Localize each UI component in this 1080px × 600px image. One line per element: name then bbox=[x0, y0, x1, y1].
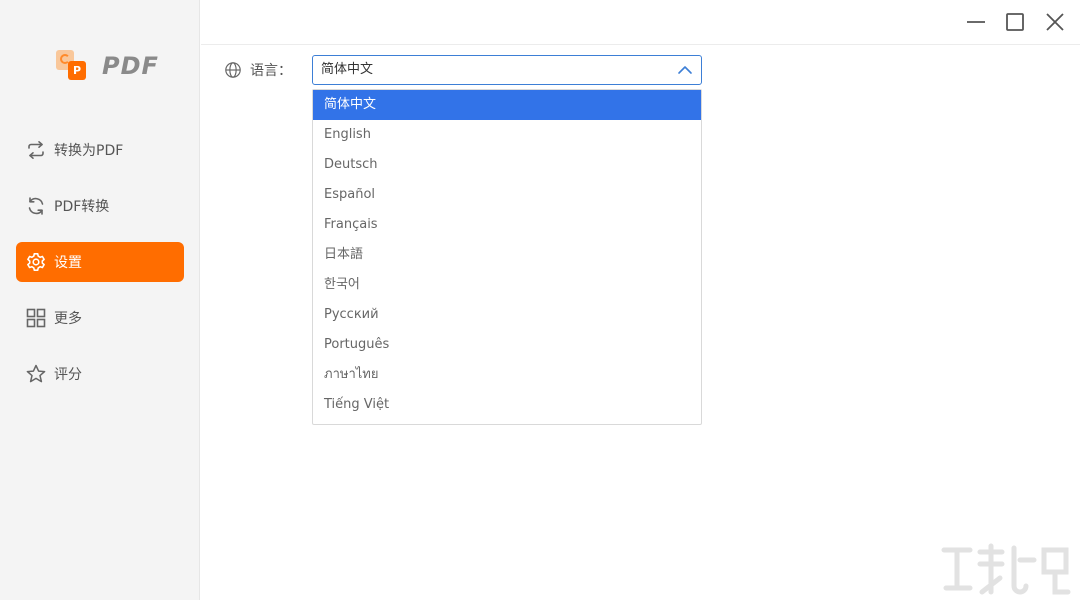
chevron-up-icon bbox=[678, 66, 692, 74]
language-option[interactable]: Português bbox=[313, 330, 701, 360]
close-button[interactable] bbox=[1043, 10, 1067, 34]
language-option[interactable]: 简体中文 bbox=[313, 90, 701, 120]
language-option[interactable]: Tiếng Việt bbox=[313, 390, 701, 420]
language-selected-value: 简体中文 bbox=[321, 62, 374, 77]
refresh-icon bbox=[28, 197, 44, 215]
minimize-button[interactable] bbox=[964, 10, 988, 34]
language-option[interactable]: Русский bbox=[313, 300, 701, 330]
sidebar-item-rate[interactable]: 评分 bbox=[16, 354, 184, 394]
sidebar-item-more[interactable]: 更多 bbox=[16, 298, 184, 338]
grid-icon bbox=[26, 308, 46, 328]
language-option[interactable]: 日本語 bbox=[313, 240, 701, 270]
star-icon bbox=[26, 364, 46, 383]
gear-icon bbox=[27, 253, 45, 271]
app-logo: P PDF bbox=[56, 50, 159, 82]
language-option[interactable]: Español bbox=[313, 180, 701, 210]
sidebar-item-label: 更多 bbox=[54, 311, 82, 327]
sidebar-item-settings[interactable]: 设置 bbox=[16, 242, 184, 282]
sidebar-item-label: PDF转换 bbox=[54, 199, 110, 215]
language-select[interactable]: 简体中文 bbox=[312, 55, 702, 85]
sidebar: P PDF 转换为PDF PDF转换 设置 更多 评分 bbox=[0, 0, 200, 600]
sidebar-item-label: 转换为PDF bbox=[54, 143, 124, 159]
language-option[interactable]: ภาษาไทย bbox=[313, 360, 701, 390]
maximize-button[interactable] bbox=[1003, 10, 1027, 34]
swap-arrows-icon bbox=[28, 141, 44, 159]
maximize-icon bbox=[1006, 13, 1024, 31]
language-dropdown-menu: 简体中文 English Deutsch Español Français 日本… bbox=[312, 89, 702, 425]
app-window: P PDF 转换为PDF PDF转换 设置 更多 评分 语言： 简体中文 简体中… bbox=[0, 0, 1080, 600]
sidebar-item-label: 设置 bbox=[54, 255, 82, 271]
sidebar-item-convert-to-pdf[interactable]: 转换为PDF bbox=[16, 130, 184, 170]
language-option[interactable]: 한국어 bbox=[313, 270, 701, 300]
language-option[interactable]: Français bbox=[313, 210, 701, 240]
language-setting-row: 语言： bbox=[224, 56, 292, 84]
sidebar-item-label: 评分 bbox=[54, 367, 82, 383]
title-bar bbox=[201, 0, 1080, 45]
logo-icon: P bbox=[56, 50, 88, 82]
language-label: 语言： bbox=[250, 63, 292, 79]
watermark-logo bbox=[941, 543, 1071, 595]
language-option[interactable]: English bbox=[313, 120, 701, 150]
language-option[interactable]: Deutsch bbox=[313, 150, 701, 180]
logo-text: PDF bbox=[102, 52, 159, 80]
sidebar-nav: 转换为PDF PDF转换 设置 更多 评分 bbox=[16, 130, 184, 410]
close-icon bbox=[1046, 13, 1064, 31]
sidebar-item-pdf-convert[interactable]: PDF转换 bbox=[16, 186, 184, 226]
minimize-icon bbox=[967, 21, 985, 23]
globe-icon bbox=[225, 62, 241, 78]
